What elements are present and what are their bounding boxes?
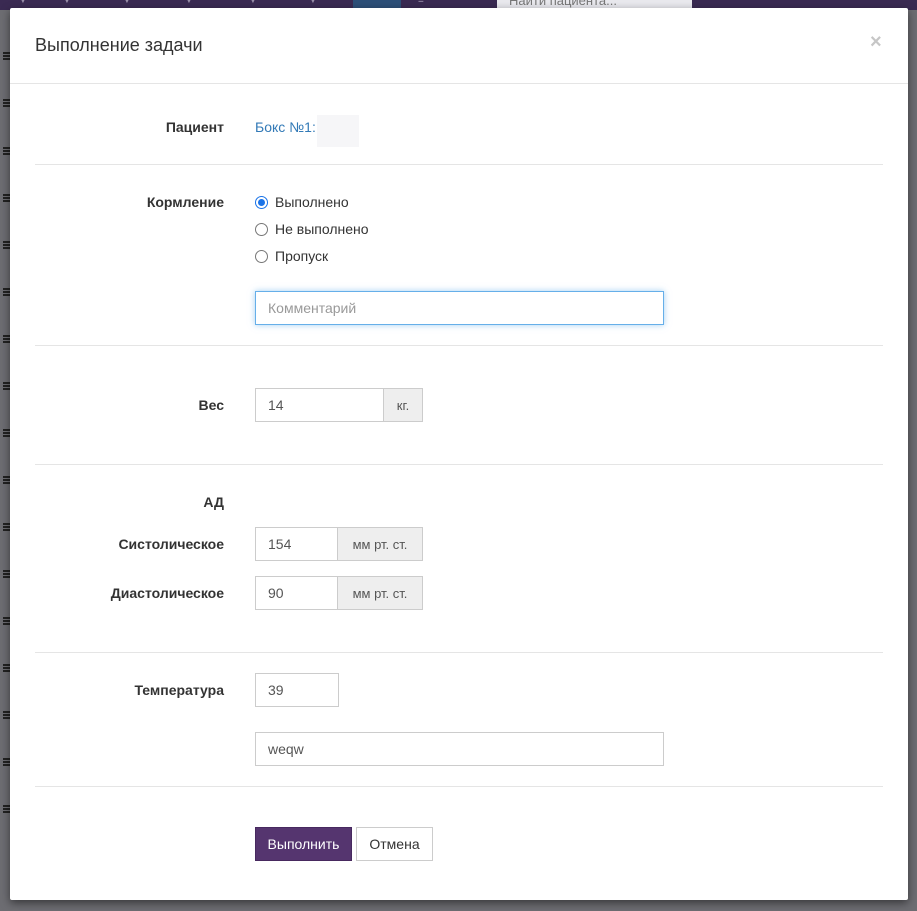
- row-menu-icon: [3, 288, 10, 296]
- row-menu-icon: [3, 241, 10, 249]
- row-menu-icon: [3, 617, 10, 625]
- radio-label: Не выполнено: [275, 221, 369, 237]
- row-menu-icon: [3, 523, 10, 531]
- radio-label: Пропуск: [275, 248, 329, 264]
- row-menu-icon: [3, 570, 10, 578]
- cart-icon[interactable]: ▼: [248, 0, 262, 6]
- diastolic-label: Диастолическое: [110, 585, 224, 601]
- divider: [35, 345, 883, 346]
- gear-icon[interactable]: ▼: [308, 0, 322, 6]
- menu-icon[interactable]: ▼: [18, 0, 32, 6]
- feeding-comment-input[interactable]: [255, 291, 664, 325]
- divider: [35, 652, 883, 653]
- weight-label: Вес: [198, 397, 225, 413]
- diastolic-input[interactable]: [255, 576, 338, 610]
- row-menu-icon: [3, 194, 10, 202]
- temperature-input[interactable]: [255, 673, 339, 707]
- patient-label: Пациент: [165, 119, 224, 135]
- radio-option-done[interactable]: Выполнено: [255, 192, 349, 212]
- temperature-label: Температура: [134, 682, 224, 698]
- patient-link[interactable]: Бокс №1:: [255, 119, 316, 135]
- radio-unchecked-icon[interactable]: [255, 222, 268, 236]
- row-menu-icon: [3, 335, 10, 343]
- row-menu-icon: [3, 664, 10, 672]
- chart-icon[interactable]: ▼: [184, 0, 198, 6]
- row-menu-icon: [3, 476, 10, 484]
- row-menu-icon: [3, 805, 10, 813]
- close-icon[interactable]: ×: [870, 32, 882, 52]
- radio-option-skip[interactable]: Пропуск: [255, 246, 328, 266]
- submit-button[interactable]: Выполнить: [255, 827, 352, 861]
- row-menu-icon: [3, 382, 10, 390]
- feeding-label: Кормление: [146, 194, 224, 210]
- folder-icon[interactable]: ▼: [122, 0, 136, 6]
- divider: [35, 464, 883, 465]
- divider: [35, 786, 883, 787]
- systolic-input[interactable]: [255, 527, 338, 561]
- row-menu-icon: [3, 429, 10, 437]
- cancel-button[interactable]: Отмена: [356, 827, 433, 861]
- radio-label: Выполнено: [275, 194, 349, 210]
- patient-name-redacted: [317, 115, 359, 147]
- radio-unchecked-icon[interactable]: [255, 249, 268, 263]
- patient-search-input[interactable]: Найти пациента...: [497, 0, 692, 8]
- row-menu-icon: [3, 758, 10, 766]
- systolic-label: Систолическое: [118, 536, 224, 552]
- row-menu-icon: [3, 52, 10, 60]
- tools-icon[interactable]: ▼: [62, 0, 76, 6]
- systolic-unit-addon: мм рт. ст.: [338, 527, 423, 561]
- weight-input[interactable]: [255, 388, 384, 422]
- bp-label: АД: [203, 494, 224, 510]
- radio-option-not-done[interactable]: Не выполнено: [255, 219, 369, 239]
- modal-header: Выполнение задачи ×: [10, 8, 908, 84]
- row-menu-icon: [3, 147, 10, 155]
- divider: [35, 164, 883, 165]
- radio-checked-icon[interactable]: [255, 195, 268, 209]
- modal-title: Выполнение задачи: [35, 35, 203, 55]
- task-completion-modal: Выполнение задачи × Пациент Бокс №1: Кор…: [10, 8, 908, 900]
- diastolic-unit-addon: мм рт. ст.: [338, 576, 423, 610]
- row-menu-icon: [3, 99, 10, 107]
- temperature-comment-input[interactable]: [255, 732, 664, 766]
- weight-unit-addon: кг.: [384, 388, 423, 422]
- row-menu-icon: [3, 711, 10, 719]
- list-icon[interactable]: ≡: [418, 0, 432, 6]
